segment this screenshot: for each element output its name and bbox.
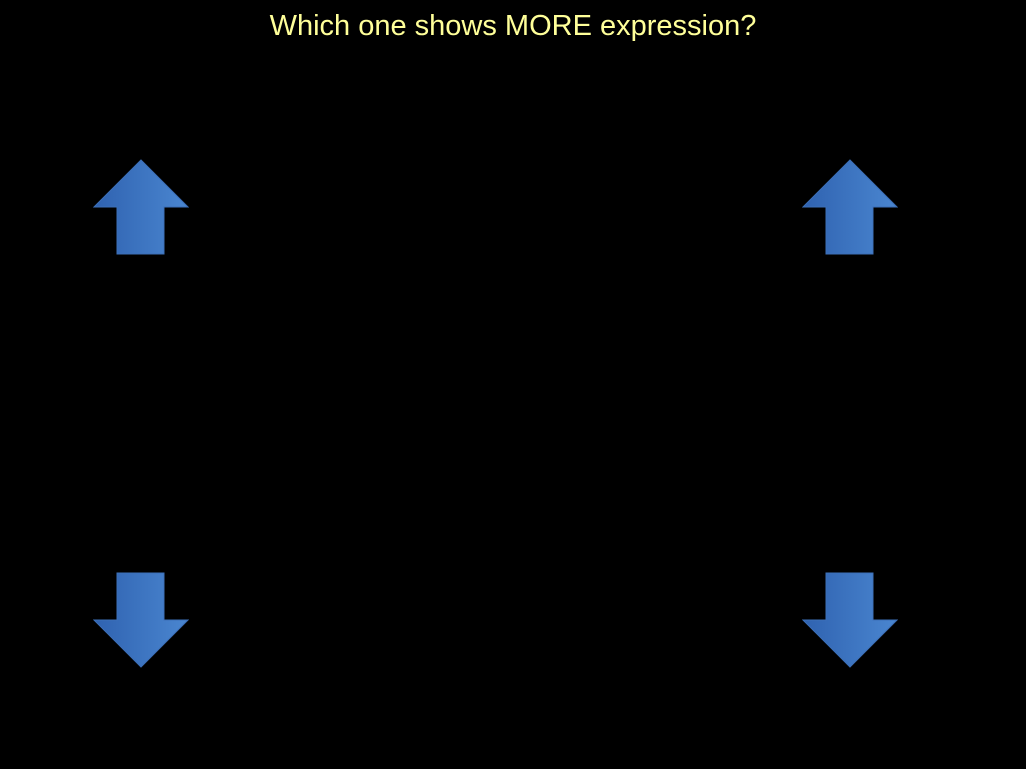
right-up-arrow-button[interactable] (802, 159, 898, 255)
arrow-up-icon (93, 159, 189, 255)
arrow-down-icon (93, 572, 189, 668)
slide: Which one shows MORE expression? (0, 0, 1026, 769)
question-title: Which one shows MORE expression? (269, 10, 757, 42)
left-down-arrow-button[interactable] (93, 572, 189, 668)
arrow-up-icon (802, 159, 898, 255)
right-down-arrow-button[interactable] (802, 572, 898, 668)
left-up-arrow-button[interactable] (93, 159, 189, 255)
arrow-down-icon (802, 572, 898, 668)
